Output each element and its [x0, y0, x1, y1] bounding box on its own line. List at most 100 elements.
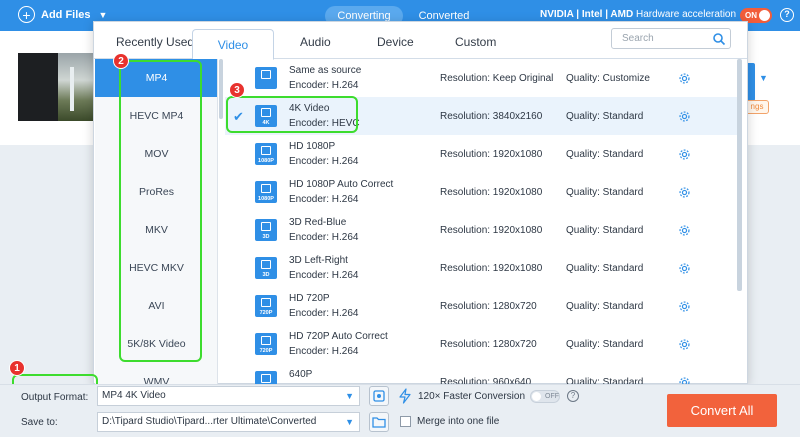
step-marker-2: 2	[113, 53, 129, 69]
caret-down-icon[interactable]: ▼	[345, 387, 354, 405]
merge-checkbox[interactable]	[400, 416, 411, 427]
thumbnail-scene	[58, 53, 96, 121]
output-format-select[interactable]: MP4 4K Video ▼	[97, 386, 360, 406]
search-box	[611, 28, 731, 49]
caret-down-icon[interactable]: ▼	[345, 413, 354, 431]
profile-quality: Quality: Standard	[566, 377, 644, 384]
gear-icon[interactable]	[678, 148, 691, 161]
profile-resolution: Resolution: 1280x720	[440, 301, 537, 312]
film-icon: 1080P	[255, 181, 277, 203]
profile-resolution: Resolution: 1920x1080	[440, 149, 543, 160]
film-icon: 720P	[255, 295, 277, 317]
profile-resolution: Resolution: 1920x1080	[440, 225, 543, 236]
caret-down-icon[interactable]: ▼	[759, 73, 768, 83]
film-icon: 640P	[255, 371, 277, 384]
profile-tag: 3D	[262, 234, 270, 240]
profile-quality: Quality: Standard	[566, 225, 644, 236]
faster-conversion-toggle[interactable]: OFF	[530, 390, 560, 403]
tab-recently-used[interactable]: Recently Used	[116, 35, 194, 49]
film-icon: 720P	[255, 333, 277, 355]
format-list-scrollbar[interactable]	[219, 59, 223, 119]
help-icon[interactable]: ?	[780, 8, 794, 22]
gear-icon[interactable]	[678, 72, 691, 85]
faster-conversion-label: 120× Faster Conversion	[418, 391, 526, 402]
profile-name: 3D Red-Blue	[289, 217, 347, 228]
profile-quality: Quality: Customize	[566, 73, 650, 84]
profile-tag: 1080P	[258, 196, 274, 202]
merge-label: Merge into one file	[417, 416, 500, 427]
step-marker-3: 3	[229, 82, 245, 98]
save-to-value: D:\Tipard Studio\Tipard...rter Ultimate\…	[102, 416, 317, 427]
hw-brands: NVIDIA | Intel | AMD	[540, 9, 634, 20]
profile-name: 3D Left-Right	[289, 255, 348, 266]
profile-row[interactable]: Same as source Encoder: H.264 Resolution: …	[225, 59, 738, 97]
export-settings-button[interactable]	[369, 386, 389, 406]
profile-resolution: Resolution: 960x640	[440, 377, 532, 384]
profile-encoder: Encoder: H.264	[289, 308, 359, 319]
output-format-value: MP4 4K Video	[102, 390, 166, 401]
profile-quality: Quality: Standard	[566, 339, 644, 350]
help-icon[interactable]: ?	[567, 390, 579, 402]
profile-row[interactable]: 3D 3D Left-Right Encoder: H.264 Resolution:…	[225, 249, 738, 287]
profile-encoder: Encoder: H.264	[289, 194, 359, 205]
export-icon	[373, 390, 385, 402]
profile-row[interactable]: 720P HD 720P Auto Correct Encoder: H.264 Re…	[225, 325, 738, 363]
video-thumbnail[interactable]	[18, 53, 96, 121]
folder-icon	[372, 417, 386, 428]
save-to-select[interactable]: D:\Tipard Studio\Tipard...rter Ultimate\…	[97, 412, 360, 432]
profile-quality: Quality: Standard	[566, 149, 644, 160]
settings-button[interactable]: ngs	[745, 100, 769, 114]
open-folder-button[interactable]	[369, 412, 389, 432]
tab-custom[interactable]: Custom	[455, 35, 496, 49]
gear-icon[interactable]	[678, 338, 691, 351]
bottom-bar: Output Format: MP4 4K Video ▼ Save to: D…	[0, 384, 800, 437]
format-list-highlight	[119, 60, 202, 362]
profile-resolution: Resolution: Keep Original	[440, 73, 554, 84]
profile-name: HD 1080P Auto Correct	[289, 179, 394, 190]
convert-all-button[interactable]: Convert All	[667, 394, 777, 427]
profile-encoder: Encoder: H.264	[289, 80, 359, 91]
gear-icon[interactable]	[678, 186, 691, 199]
profile-row[interactable]: 3D 3D Red-Blue Encoder: H.264 Resolution: 1…	[225, 211, 738, 249]
caret-down-icon[interactable]: ▼	[99, 10, 108, 20]
profile-tag: 3D	[262, 272, 270, 278]
format-category-tabs: Recently Used Video Audio Device Custom	[94, 22, 747, 60]
format-item[interactable]: WMV	[95, 363, 217, 384]
profile-row[interactable]: 1080P HD 1080P Auto Correct Encoder: H.264…	[225, 173, 738, 211]
tab-video[interactable]: Video	[192, 29, 274, 60]
profile-name: Same as source	[289, 65, 362, 76]
save-to-label: Save to:	[21, 417, 58, 428]
profile-row[interactable]: 640P640PEncoder: H.264Resolution: 960x64…	[225, 363, 738, 384]
profile-quality: Quality: Standard	[566, 263, 644, 274]
output-format-label: Output Format:	[21, 392, 89, 403]
thumbnail-waterfall	[70, 67, 74, 111]
gear-icon[interactable]	[678, 300, 691, 313]
profile-row[interactable]: 720P HD 720P Encoder: H.264 Resolution: 128…	[225, 287, 738, 325]
profile-name: HD 720P Auto Correct	[289, 331, 388, 342]
add-files-label: Add Files	[41, 8, 91, 21]
profile-encoder: Encoder: H.264	[289, 346, 359, 357]
profile-encoder: Encoder: H.264	[289, 156, 359, 167]
profile-name: HD 720P	[289, 293, 330, 304]
profile-encoder: Encoder: H.264	[289, 232, 359, 243]
profile-resolution: Resolution: 1920x1080	[440, 263, 543, 274]
profile-list-scrollbar[interactable]	[737, 59, 742, 291]
hw-label: Hardware acceleration	[635, 9, 737, 20]
search-icon[interactable]	[712, 32, 726, 46]
profile-tag: 720P	[259, 310, 273, 316]
profile-quality: Quality: Standard	[566, 301, 644, 312]
lightning-icon	[399, 388, 411, 404]
profile-resolution: Resolution: 1920x1080	[440, 187, 543, 198]
gear-icon[interactable]	[678, 110, 691, 123]
gear-icon[interactable]	[678, 262, 691, 275]
tab-device[interactable]: Device	[377, 35, 414, 49]
gear-icon[interactable]	[678, 224, 691, 237]
copy-icon	[255, 67, 277, 89]
tab-audio[interactable]: Audio	[300, 35, 331, 49]
profile-quality: Quality: Standard	[566, 187, 644, 198]
search-input[interactable]	[612, 29, 708, 48]
gear-icon[interactable]	[678, 376, 691, 384]
profile-name: 640P	[289, 369, 313, 380]
profile-row[interactable]: 1080P HD 1080P Encoder: H.264 Resolution: 1…	[225, 135, 738, 173]
film-icon: 1080P	[255, 143, 277, 165]
